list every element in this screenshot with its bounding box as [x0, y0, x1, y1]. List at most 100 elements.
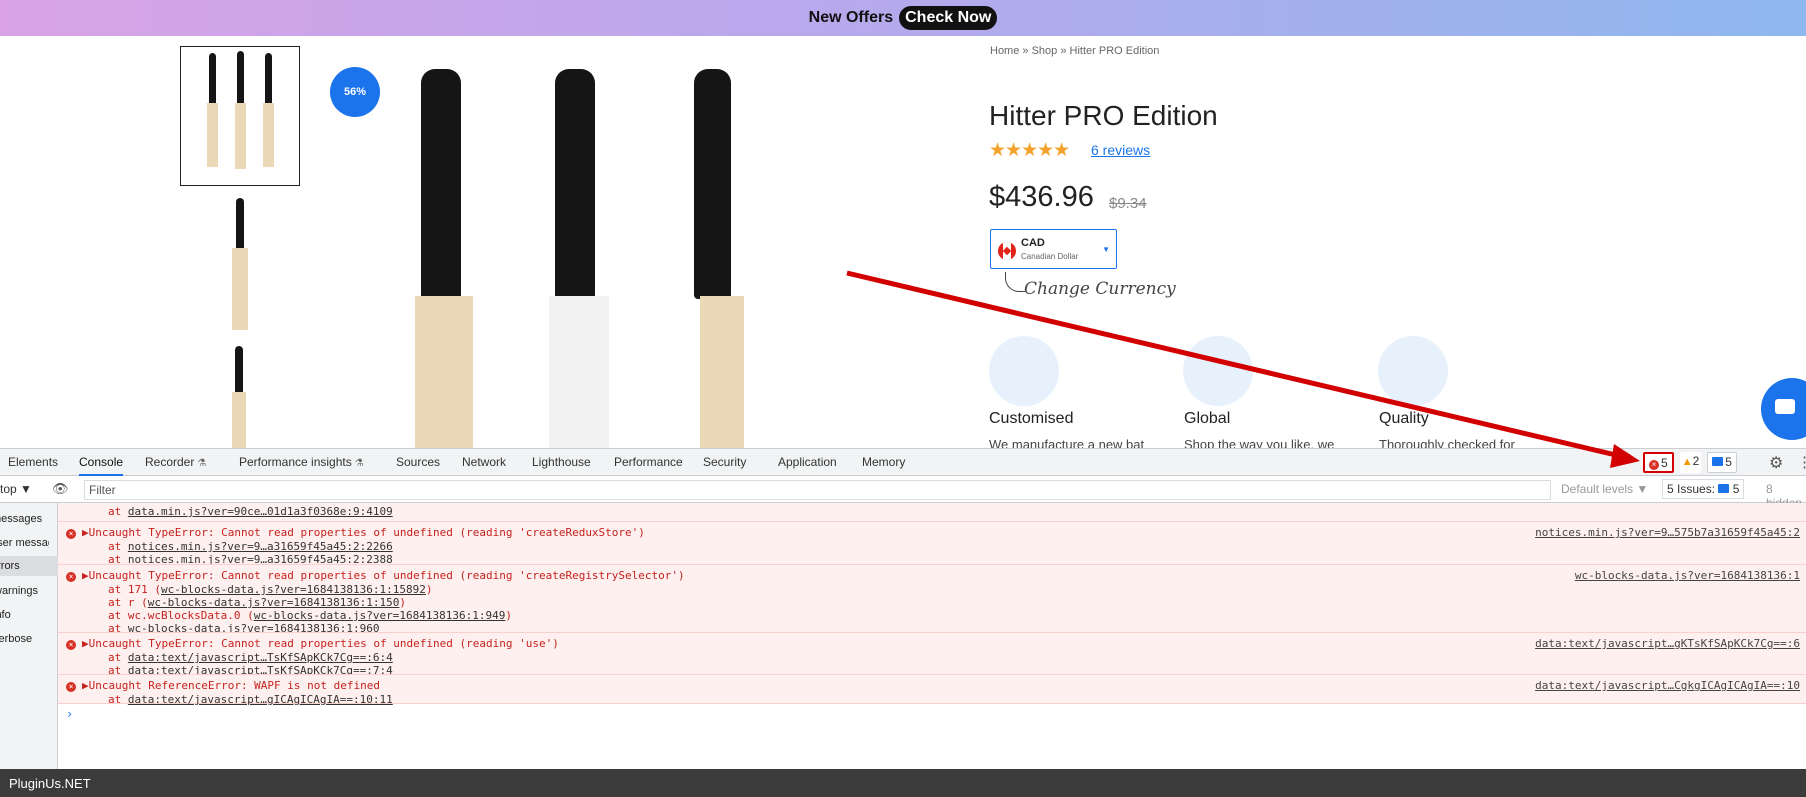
- footer-bar: PluginUs.NET: [0, 769, 1806, 797]
- product-thumbnail-2[interactable]: [180, 196, 300, 336]
- error-count-button[interactable]: × 5: [1643, 452, 1674, 473]
- breadcrumb-separator: »: [1022, 45, 1029, 57]
- issues-button[interactable]: 5 Issues: 5: [1662, 479, 1745, 499]
- sidebar-item-errors[interactable]: errors: [0, 556, 58, 576]
- tab-elements[interactable]: Elements: [8, 449, 58, 476]
- product-thumbnail-1[interactable]: [180, 46, 300, 186]
- product-price: $436.96: [989, 181, 1094, 213]
- warning-count-button[interactable]: ▲2: [1679, 452, 1702, 473]
- tab-console[interactable]: Console: [79, 449, 124, 476]
- stack-frame: at r (wc-blocks-data.js?ver=1684138136:1…: [108, 596, 407, 609]
- tab-sources[interactable]: Sources: [396, 449, 440, 476]
- eye-icon[interactable]: 👁: [52, 481, 69, 497]
- console-message: × ▶Uncaught ReferenceError: WAPF is not d…: [58, 674, 1806, 706]
- console-toolbar: top ▼ 👁 Filter Default levels ▼ 5 Issues…: [0, 476, 1806, 510]
- change-currency-label: Change Currency: [1024, 279, 1176, 299]
- canada-flag-icon: [998, 242, 1016, 260]
- console-message: × ▶Uncaught TypeError: Cannot read proper…: [58, 632, 1806, 677]
- info-count-button[interactable]: 5: [1707, 452, 1737, 473]
- rating-stars: ★★★★★: [989, 140, 1070, 161]
- tab-performance-insights[interactable]: Performance insights ⚗: [239, 449, 364, 476]
- cricket-bat-icon: [989, 336, 1059, 406]
- more-options-icon[interactable]: ⋮: [1797, 453, 1806, 471]
- source-link[interactable]: wc-blocks-data.js?ver=1684138136:1: [1575, 569, 1800, 582]
- feature-text: Shop the way you like, we: [1184, 437, 1335, 448]
- product-main-image[interactable]: [400, 56, 780, 448]
- error-icon: ×: [1649, 460, 1659, 470]
- source-link[interactable]: data:text/javascript…gKTsKfSApKCk7Cg==:6: [1535, 637, 1800, 650]
- old-price: $9.34: [1109, 195, 1147, 212]
- chat-button[interactable]: [1761, 378, 1806, 440]
- breadcrumb-current: Hitter PRO Edition: [1069, 45, 1160, 57]
- source-link[interactable]: wc-blocks-data.js?ver=1684138136:1:15892: [161, 583, 426, 596]
- source-link[interactable]: data:text/javascript…TsKfSApKCk7Cg==:6:4: [128, 651, 393, 664]
- error-icon: ×: [66, 640, 76, 650]
- error-text[interactable]: × ▶Uncaught ReferenceError: WAPF is not d…: [66, 679, 380, 692]
- feature-text: Thoroughly checked for: [1379, 437, 1515, 448]
- sidebar-item-verbose[interactable]: verbose: [0, 629, 51, 649]
- source-link[interactable]: wc-blocks-data.js?ver=1684138136:1:150: [148, 596, 400, 609]
- flask-icon: ⚗: [354, 458, 364, 469]
- stack-frame: at data.min.js?ver=90ce…01d1a3f0368e:9:4…: [108, 505, 393, 518]
- error-text[interactable]: × ▶Uncaught TypeError: Cannot read proper…: [66, 569, 685, 582]
- gear-icon[interactable]: ⚙: [1769, 453, 1783, 473]
- tab-application[interactable]: Application: [778, 449, 837, 476]
- console-sidebar: messages user messages errors warnings i…: [0, 503, 58, 770]
- tab-memory[interactable]: Memory: [862, 449, 905, 476]
- error-icon: ×: [66, 682, 76, 692]
- currency-name: Canadian Dollar: [1021, 252, 1079, 261]
- message-icon: [1718, 484, 1730, 493]
- sidebar-item-warnings[interactable]: warnings: [0, 581, 52, 601]
- filter-input[interactable]: Filter: [84, 480, 1551, 500]
- source-link[interactable]: data:text/javascript…CgkgICAgICAgIA==:10: [1535, 679, 1800, 692]
- banner-text: New Offers: [808, 9, 894, 26]
- context-select[interactable]: top ▼: [0, 482, 32, 496]
- error-text[interactable]: × ▶Uncaught TypeError: Cannot read proper…: [66, 637, 559, 650]
- caret-down-icon: ▼: [1102, 245, 1110, 254]
- source-link[interactable]: notices.min.js?ver=9…575b7a31659f45a45:2: [1535, 526, 1800, 539]
- feature-title: Customised: [989, 410, 1074, 427]
- console-counts: × 5 ▲2 5: [1643, 452, 1737, 474]
- sidebar-item-messages[interactable]: messages: [0, 509, 50, 529]
- stack-frame: at 171 (wc-blocks-data.js?ver=1684138136…: [108, 583, 433, 596]
- sidebar-item-user-messages[interactable]: user messages: [0, 533, 49, 553]
- breadcrumb-home[interactable]: Home: [990, 45, 1019, 57]
- stack-frame: at data:text/javascript…TsKfSApKCk7Cg==:…: [108, 651, 393, 664]
- currency-select[interactable]: CAD Canadian Dollar ▼: [990, 229, 1117, 269]
- console-prompt[interactable]: ›: [66, 707, 73, 721]
- feature-title: Quality: [1379, 410, 1429, 427]
- console-log: at data.min.js?ver=90ce…01d1a3f0368e:9:4…: [58, 503, 1806, 770]
- source-link[interactable]: notices.min.js?ver=9…a31659f45a45:2:2266: [128, 540, 393, 553]
- tab-performance[interactable]: Performance: [614, 449, 683, 476]
- breadcrumb-shop[interactable]: Shop: [1032, 45, 1058, 57]
- sidebar-item-info[interactable]: info: [0, 605, 51, 625]
- flask-icon: ⚗: [197, 458, 207, 469]
- source-link[interactable]: wc-blocks-data.js?ver=1684138136:1:949: [254, 609, 506, 622]
- quality-badge-icon: [1378, 336, 1448, 406]
- source-link[interactable]: data:text/javascript…gICAgICAgIA==:10:11: [128, 693, 393, 706]
- product-thumbnail-3[interactable]: [180, 346, 300, 448]
- feature-title: Global: [1184, 410, 1231, 427]
- currency-code: CAD: [1021, 237, 1045, 249]
- log-levels-select[interactable]: Default levels ▼: [1561, 482, 1648, 496]
- product-title: Hitter PRO Edition: [989, 100, 1218, 131]
- check-now-button[interactable]: Check Now: [899, 6, 998, 30]
- reviews-link[interactable]: 6 reviews: [1091, 142, 1150, 158]
- breadcrumb-separator: »: [1060, 45, 1067, 57]
- tab-network[interactable]: Network: [462, 449, 506, 476]
- tab-recorder[interactable]: Recorder ⚗: [145, 449, 206, 476]
- promo-banner: New Offers Check Now: [0, 0, 1806, 36]
- source-link[interactable]: data.min.js?ver=90ce…01d1a3f0368e:9:4109: [128, 505, 393, 518]
- console-message: × ▶Uncaught TypeError: Cannot read proper…: [58, 564, 1806, 635]
- discount-badge: 56%: [330, 67, 380, 117]
- devtools-panel: Elements Console Recorder ⚗ Performance i…: [0, 448, 1806, 770]
- stack-frame: at notices.min.js?ver=9…a31659f45a45:2:2…: [108, 540, 393, 553]
- error-text[interactable]: × ▶Uncaught TypeError: Cannot read proper…: [66, 526, 645, 539]
- console-message: × ▶Uncaught TypeError: Cannot read proper…: [58, 521, 1806, 566]
- feature-text: We manufacture a new bat: [989, 437, 1145, 448]
- tab-security[interactable]: Security: [703, 449, 746, 476]
- error-icon: ×: [66, 572, 76, 582]
- breadcrumb: Home » Shop » Hitter PRO Edition: [990, 45, 1159, 57]
- tab-lighthouse[interactable]: Lighthouse: [532, 449, 591, 476]
- stack-frame: at data:text/javascript…gICAgICAgIA==:10…: [108, 693, 393, 706]
